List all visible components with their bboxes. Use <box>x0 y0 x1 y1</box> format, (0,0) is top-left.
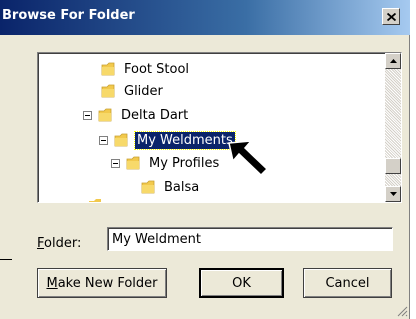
folder-icon <box>126 156 140 170</box>
arrow-cursor-icon <box>228 140 269 177</box>
collapse-icon[interactable] <box>83 110 92 120</box>
window-title: Browse For Folder <box>2 8 135 23</box>
scroll-down-button[interactable] <box>385 186 401 202</box>
folder-tree[interactable]: Foot Stool Glider Delta Dart My Weldment… <box>37 52 402 203</box>
collapse-icon[interactable] <box>99 135 108 145</box>
tree-item-selected[interactable]: My Weldments <box>99 130 236 150</box>
close-icon <box>386 12 396 21</box>
tree-item-label: Glider <box>124 83 163 99</box>
arrow-down-icon <box>389 192 397 196</box>
collapse-icon[interactable] <box>111 158 120 168</box>
scroll-up-button[interactable] <box>385 53 401 69</box>
scroll-thumb[interactable] <box>385 158 401 174</box>
title-bar[interactable]: Browse For Folder <box>0 0 410 35</box>
folder-icon <box>101 62 115 76</box>
cancel-button[interactable]: Cancel <box>303 268 392 298</box>
folder-icon <box>98 108 112 122</box>
browse-for-folder-dialog: Browse For Folder Foot Stool Glider Delt… <box>0 0 410 319</box>
folder-label-text: older: <box>44 236 82 251</box>
tree-item[interactable]: Balsa <box>141 177 201 197</box>
make-new-folder-mnemonic: M <box>46 275 58 291</box>
folder-input[interactable]: My Weldment <box>107 227 393 251</box>
folder-icon <box>141 180 155 194</box>
folder-icon <box>89 199 101 202</box>
tree-item[interactable]: Glider <box>101 81 165 101</box>
arrow-up-icon <box>389 59 397 63</box>
tree-item-label: Balsa <box>164 179 200 195</box>
make-new-folder-button[interactable]: Make New Folder <box>37 268 167 298</box>
folder-field-label: Folder: <box>37 236 81 251</box>
folder-label-mnemonic: F <box>37 236 45 251</box>
folder-icon <box>101 84 115 98</box>
tree-item-label: Delta Dart <box>121 107 189 123</box>
tree-item[interactable]: Foot Stool <box>101 59 191 79</box>
size-grip-icon[interactable] <box>396 305 408 317</box>
tree-item-label: Foot Stool <box>124 61 190 77</box>
tree-item-label: My Profiles <box>149 155 220 171</box>
tree-item[interactable]: Delta Dart <box>83 105 190 125</box>
folder-icon <box>114 133 128 147</box>
external-line <box>0 259 12 260</box>
vertical-scrollbar[interactable] <box>385 53 401 202</box>
make-new-folder-label: ake New Folder <box>57 275 158 291</box>
close-button[interactable] <box>382 8 400 25</box>
tree-item-label: My Weldments <box>134 130 236 150</box>
tree-item[interactable]: My Profiles <box>111 153 221 173</box>
ok-button[interactable]: OK <box>199 268 284 298</box>
